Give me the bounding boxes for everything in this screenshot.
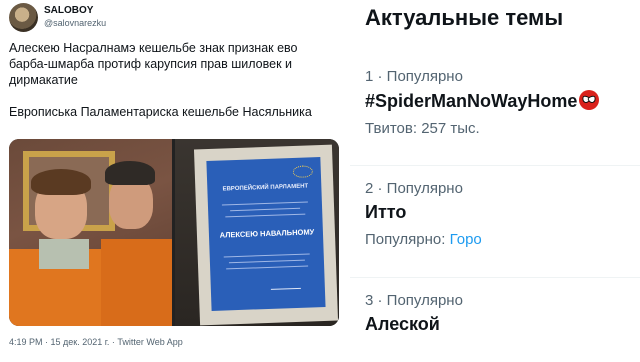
tweet-media[interactable]: ЕВРОПЕЙСКИЙ ПАРЛАМЕНТ АЛЕКСЕЮ НАВАЛЬНОМУ — [9, 139, 339, 326]
trend-item-1[interactable]: 1 · Популярно #SpiderManNoWayHome Твитов… — [365, 68, 635, 137]
trends-title: Актуальные темы — [365, 5, 564, 30]
certificate-frame: ЕВРОПЕЙСКИЙ ПАРЛАМЕНТ АЛЕКСЕЮ НАВАЛЬНОМУ — [193, 144, 339, 326]
certificate-text-line — [223, 253, 310, 258]
divider — [350, 165, 640, 166]
trend-name: #SpiderManNoWayHome — [365, 90, 635, 112]
certificate-title: ЕВРОПЕЙСКИЙ ПАРЛАМЕНТ — [222, 183, 309, 193]
certificate-text-line — [226, 265, 309, 270]
certificate-text-line — [225, 213, 306, 218]
tweet-timestamp[interactable]: 4:19 PM · 15 дек. 2021 г. · Twitter Web … — [9, 337, 183, 347]
trend-meta: 2 · Популярно — [365, 180, 463, 197]
tweet-text: Алескею Насралнамэ кешельбе знак признак… — [9, 40, 339, 136]
trend-name: Итто — [365, 202, 407, 222]
trend-meta: 3 · Популярно — [365, 292, 463, 309]
tweet-paragraph-1: Алескею Насралнамэ кешельбе знак признак… — [9, 41, 298, 87]
certificate-text-line — [228, 259, 305, 264]
spider-man-mask-icon — [579, 90, 600, 110]
trend-related-link[interactable]: Горо — [450, 231, 482, 248]
trend-name: Алеской — [365, 314, 440, 334]
certificate-text-line — [221, 201, 308, 206]
tweet: SALOBOY @salovnarezku Алескею Насралнамэ… — [0, 0, 347, 362]
shirt — [39, 239, 89, 269]
eu-stars-icon — [292, 165, 314, 179]
person-left-hair — [31, 169, 91, 195]
certificate-recipient: АЛЕКСЕЮ НАВАЛЬНОМУ — [219, 227, 315, 240]
tweet-paragraph-2: Европиська Паламентариска кешельбе Насял… — [9, 105, 312, 119]
trend-related-label: Популярно: — [365, 231, 446, 248]
certificate-signature — [270, 287, 301, 290]
tweet-photo-people[interactable] — [9, 139, 172, 326]
trend-item-2[interactable]: 2 · Популярно Итто Популярно: Горо — [365, 180, 635, 248]
trends-panel: Актуальные темы 1 · Популярно #SpiderMan… — [350, 0, 640, 362]
author-handle[interactable]: @salovnarezku — [44, 18, 106, 28]
author-avatar[interactable] — [9, 3, 38, 32]
trend-related: Популярно: Горо — [365, 231, 635, 248]
trend-item-3[interactable]: 3 · Популярно Алеской — [365, 292, 635, 335]
tweet-photo-certificate[interactable]: ЕВРОПЕЙСКИЙ ПАРЛАМЕНТ АЛЕКСЕЮ НАВАЛЬНОМУ — [175, 139, 339, 326]
certificate: ЕВРОПЕЙСКИЙ ПАРЛАМЕНТ АЛЕКСЕЮ НАВАЛЬНОМУ — [206, 157, 326, 311]
trend-tweet-count: Твитов: 257 тыс. — [365, 120, 480, 137]
certificate-text-line — [230, 207, 301, 212]
trend-meta: 1 · Популярно — [365, 68, 463, 85]
person-right-hat — [105, 161, 155, 185]
divider — [350, 277, 640, 278]
orange-overalls-right — [101, 239, 172, 326]
author-name[interactable]: SALOBOY — [44, 5, 93, 16]
trend-hashtag: #SpiderManNoWayHome — [365, 91, 578, 111]
